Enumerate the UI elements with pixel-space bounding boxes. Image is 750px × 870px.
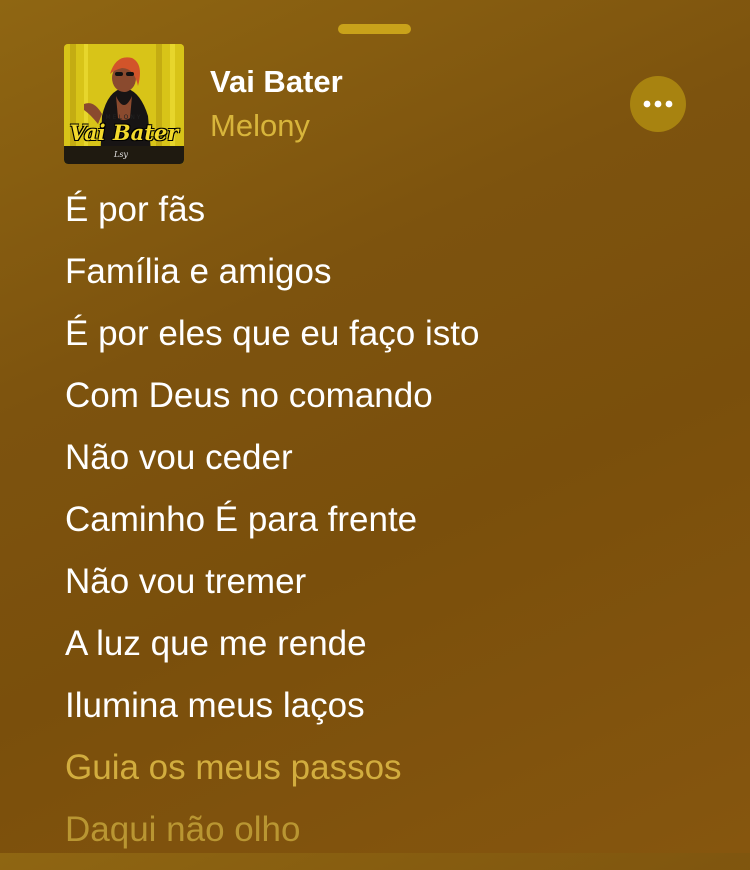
ellipsis-icon <box>643 100 673 108</box>
lyric-line[interactable]: Não vou ceder <box>65 436 479 498</box>
lyric-line-upcoming[interactable]: Daqui não olho <box>65 808 479 870</box>
more-options-button[interactable] <box>630 76 686 132</box>
album-cover-art <box>64 44 184 164</box>
lyric-line[interactable]: Com Deus no comando <box>65 374 479 436</box>
lyric-line[interactable]: Caminho É para frente <box>65 498 479 560</box>
lyric-line[interactable]: É por fãs <box>65 188 479 250</box>
lyric-line[interactable]: Não vou tremer <box>65 560 479 622</box>
now-playing-header: MELONY Vai Bater Lsy Vai Bater Melony <box>64 44 686 164</box>
lyric-line[interactable]: Família e amigos <box>65 250 479 312</box>
lyric-line[interactable]: É por eles que eu faço isto <box>65 312 479 374</box>
drag-handle-icon[interactable] <box>338 24 411 34</box>
track-title[interactable]: Vai Bater <box>210 64 343 100</box>
cover-signature: Lsy <box>114 150 128 159</box>
lyric-line[interactable]: A luz que me rende <box>65 622 479 684</box>
lyric-line-upcoming[interactable]: Guia os meus passos <box>65 746 479 808</box>
lyrics-list: É por fãs Família e amigos É por eles qu… <box>65 188 479 870</box>
cover-title-text: Vai Bater <box>69 120 179 145</box>
lyric-line[interactable]: Ilumina meus laços <box>65 684 479 746</box>
album-cover[interactable]: MELONY Vai Bater Lsy <box>64 44 184 164</box>
track-artist[interactable]: Melony <box>210 108 310 144</box>
